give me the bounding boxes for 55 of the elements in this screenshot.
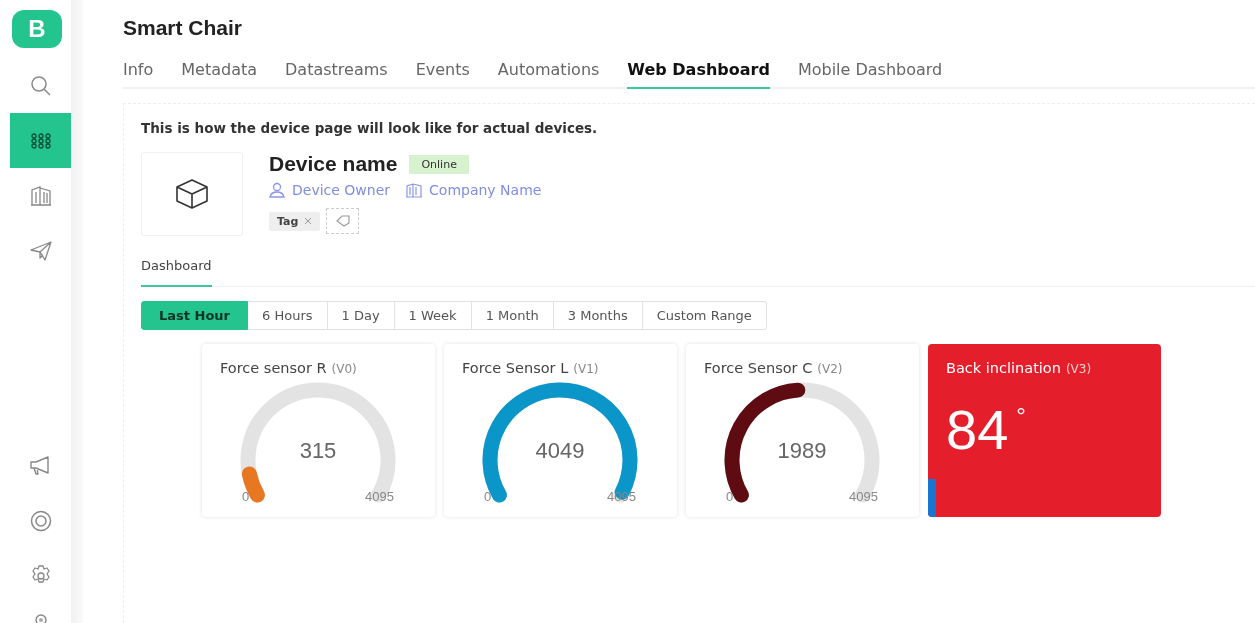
gauge-value: 1989 <box>776 438 828 464</box>
tab[interactable]: Info <box>123 60 154 89</box>
grid-icon <box>30 132 51 149</box>
widget-title: Back inclination <box>946 360 1061 376</box>
profile-icon <box>33 613 48 623</box>
time-range-button[interactable]: Last Hour <box>141 301 248 330</box>
person-icon <box>269 182 285 198</box>
gauge-value: 315 <box>298 438 338 464</box>
tab[interactable]: Datastreams <box>285 60 388 89</box>
time-range-button[interactable]: 6 Hours <box>248 301 328 330</box>
widget-title: Force sensor R <box>220 360 327 376</box>
tag-icon <box>335 215 350 227</box>
add-tag-button[interactable] <box>326 208 360 234</box>
tab[interactable]: Automations <box>497 60 600 89</box>
dashboard-tab[interactable]: Dashboard <box>141 254 212 287</box>
gauge-min-label: 0 <box>484 489 492 504</box>
building-icon <box>29 185 52 206</box>
time-range-button[interactable]: 1 Week <box>394 301 472 330</box>
time-range-button[interactable]: 1 Day <box>327 301 395 330</box>
owner-link[interactable]: Device Owner <box>292 182 391 198</box>
gauge-max-label: 4095 <box>607 489 636 504</box>
tag-chip[interactable]: Tag <box>269 211 321 231</box>
sidebar-grid-item[interactable] <box>10 113 71 168</box>
time-range-button[interactable]: 1 Month <box>471 301 554 330</box>
company-link[interactable]: Company Name <box>429 182 542 198</box>
unit-label: ° <box>1016 402 1026 430</box>
tab[interactable]: Events <box>415 60 470 89</box>
gauge-max-label: 4095 <box>365 489 394 504</box>
pin-label: (V0) <box>331 362 357 376</box>
value-reading: 84 <box>946 402 1009 458</box>
paper-plane-icon <box>29 240 52 261</box>
gauge-min-label: 0 <box>726 489 734 504</box>
widget-title: Force Sensor L <box>462 360 569 376</box>
lifebuoy-icon <box>29 509 52 532</box>
tab[interactable]: Metadata <box>181 60 258 89</box>
close-icon[interactable] <box>304 217 313 225</box>
gauge-value: 4049 <box>534 438 586 464</box>
level-bar <box>928 478 936 517</box>
pin-label: (V2) <box>817 362 843 376</box>
gauge-max-label: 4095 <box>849 489 878 504</box>
device-name: Device name <box>269 152 398 176</box>
search-icon <box>29 74 52 97</box>
status-badge: Online <box>409 154 469 174</box>
cube-icon <box>174 178 210 210</box>
time-range-button[interactable]: Custom Range <box>642 301 767 330</box>
gauge-min-label: 0 <box>242 489 250 504</box>
pin-label: (V1) <box>573 362 599 376</box>
page-title: Smart Chair <box>123 16 244 40</box>
time-range-button[interactable]: 3 Months <box>553 301 643 330</box>
building-icon <box>406 182 423 198</box>
pin-label: (V3) <box>1065 362 1092 376</box>
tab[interactable]: Web Dashboard <box>627 60 770 89</box>
widget-title: Force Sensor C <box>704 360 813 376</box>
preview-note: This is how the device page will look like for actual devices. <box>141 120 599 136</box>
tab[interactable]: Mobile Dashboard <box>797 60 943 89</box>
